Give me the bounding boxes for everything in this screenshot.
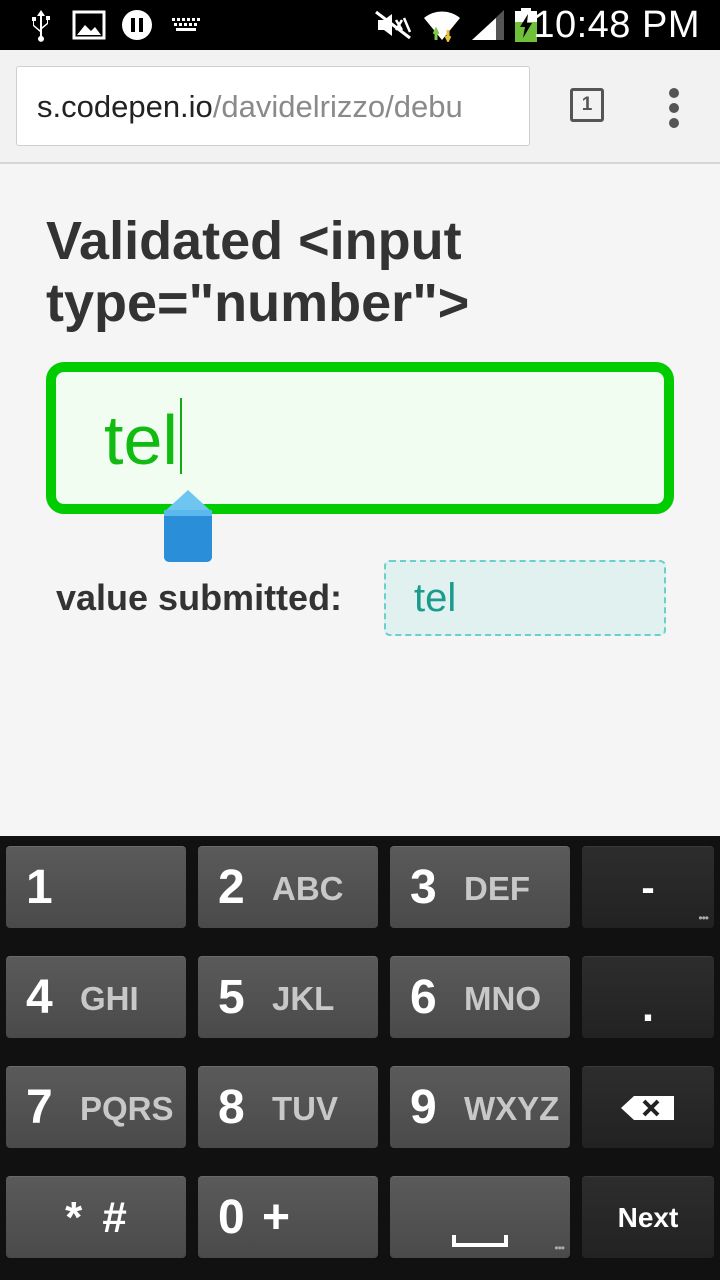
key-space[interactable]: ••• <box>390 1176 570 1258</box>
key-letters: TUV <box>272 1090 338 1127</box>
key-label: 0 + <box>218 1191 291 1244</box>
key-5[interactable]: 5 JKL <box>198 956 378 1038</box>
text-caret <box>179 398 182 474</box>
number-input-value: tel <box>104 401 178 479</box>
status-clock: 10:48 PM <box>533 4 700 46</box>
key-1[interactable]: 1 <box>6 846 186 928</box>
media-pause-icon <box>122 10 152 40</box>
key-8[interactable]: 8 TUV <box>198 1066 378 1148</box>
tab-count: 1 <box>581 94 593 115</box>
key-digit: 8 <box>218 1081 245 1134</box>
key-9[interactable]: 9 WXYZ <box>390 1066 570 1148</box>
key-letters: WXYZ <box>464 1090 560 1127</box>
submitted-value: tel <box>384 560 666 636</box>
key-digit: 9 <box>410 1081 437 1134</box>
key-label: Next <box>617 1202 679 1233</box>
key-label: * # <box>65 1193 127 1242</box>
url-bar[interactable]: s.codepen.io/davidelrizzo/debu <box>16 66 530 146</box>
image-icon <box>72 10 106 40</box>
number-input[interactable]: tel <box>46 362 674 514</box>
cursor-handle-icon[interactable] <box>162 488 214 564</box>
key-0-plus[interactable]: 0 + <box>198 1176 378 1258</box>
key-digit: 4 <box>26 971 53 1024</box>
more-symbols-indicator: ••• <box>554 1241 565 1255</box>
usb-icon <box>32 10 50 42</box>
browser-toolbar: s.codepen.io/davidelrizzo/debu 1 <box>0 50 720 164</box>
wifi-icon <box>424 11 460 42</box>
key-digit: 3 <box>410 861 437 914</box>
numeric-keyboard: 1 2 ABC 3 DEF - ••• 4 GHI 5 JKL 6 MNO . … <box>0 836 720 1280</box>
key-letters: JKL <box>272 980 335 1017</box>
more-symbols-indicator: ••• <box>698 911 709 925</box>
key-next[interactable]: Next <box>582 1176 714 1258</box>
key-digit: 6 <box>410 971 437 1024</box>
tab-switcher-button[interactable]: 1 <box>570 88 604 122</box>
key-7[interactable]: 7 PQRS <box>6 1066 186 1148</box>
url-host: s.codepen.io <box>37 89 213 124</box>
submitted-label: value submitted: <box>56 577 343 618</box>
mute-icon <box>375 10 412 40</box>
key-digit: 2 <box>218 861 245 914</box>
space-bar-icon <box>452 1235 508 1247</box>
key-digit: 1 <box>26 861 53 914</box>
key-star-hash[interactable]: * # <box>6 1176 186 1258</box>
signal-icon <box>472 10 504 40</box>
key-letters: ABC <box>272 870 344 907</box>
key-backspace[interactable] <box>582 1066 714 1148</box>
url-path: /davidelrizzo/debu <box>212 89 463 124</box>
key-3[interactable]: 3 DEF <box>390 846 570 928</box>
key-minus[interactable]: - ••• <box>582 846 714 928</box>
key-digit: 7 <box>26 1081 53 1134</box>
key-symbol: . <box>641 982 655 1031</box>
status-bar: 10:48 PM <box>0 0 720 50</box>
key-symbol: - <box>641 866 655 910</box>
key-letters: PQRS <box>80 1090 174 1127</box>
key-period[interactable]: . <box>582 956 714 1038</box>
keyboard-icon <box>172 18 200 31</box>
page-title: Validated <input type="number"> <box>46 211 470 333</box>
key-digit: 5 <box>218 971 245 1024</box>
key-4[interactable]: 4 GHI <box>6 956 186 1038</box>
key-letters: MNO <box>464 980 541 1017</box>
key-letters: GHI <box>80 980 139 1017</box>
backspace-icon <box>621 1096 674 1120</box>
key-letters: DEF <box>464 870 530 907</box>
key-6[interactable]: 6 MNO <box>390 956 570 1038</box>
overflow-menu-icon[interactable] <box>662 88 686 128</box>
key-2[interactable]: 2 ABC <box>198 846 378 928</box>
